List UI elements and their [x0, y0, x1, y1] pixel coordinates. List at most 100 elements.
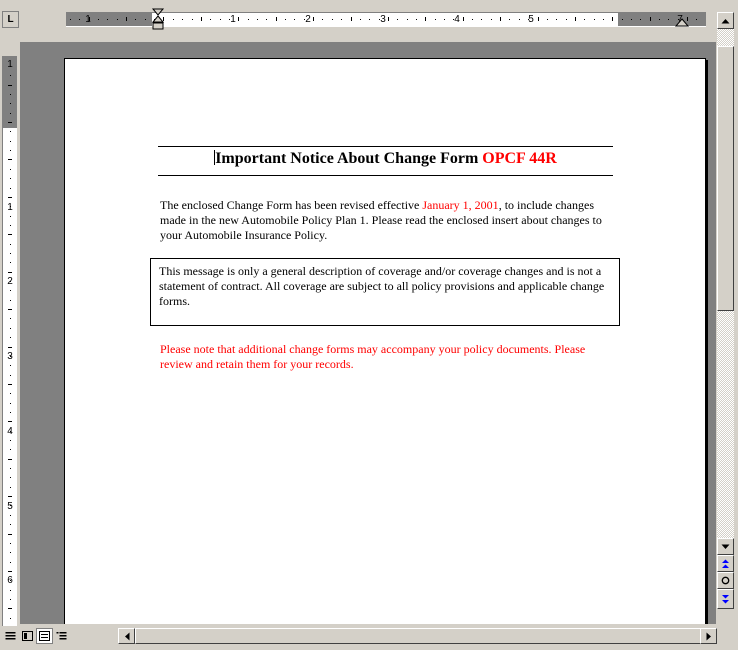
ruler-tick [10, 225, 11, 226]
document-area[interactable]: Important Notice About Change Form OPCF … [20, 42, 716, 624]
ruler-tick [8, 459, 12, 460]
ruler-tick [435, 19, 436, 20]
previous-page-button[interactable] [717, 555, 734, 572]
double-down-arrow-icon [722, 595, 729, 604]
ruler-tick [266, 19, 267, 20]
ruler-number: 1 [7, 202, 13, 213]
ruler-tick [528, 19, 529, 20]
ruler-tick [10, 281, 11, 282]
ruler-tick [10, 66, 11, 67]
ruler-tick [10, 141, 11, 142]
ruler-tick [10, 618, 11, 619]
ruler-tick [135, 19, 136, 20]
additional-forms-note[interactable]: Please note that additional change forms… [160, 342, 620, 372]
heading-text: Important Notice About Change Form [215, 150, 483, 167]
ruler-tick [10, 580, 11, 581]
ruler-tick [388, 17, 389, 21]
outline-view-button[interactable] [53, 628, 70, 644]
bottom-bar [0, 626, 738, 646]
ruler-tick [201, 17, 202, 21]
notice-heading[interactable]: Important Notice About Change Form OPCF … [158, 150, 613, 168]
ruler-tick [444, 19, 445, 20]
ruler-tick [107, 19, 108, 20]
ruler-tick [10, 169, 11, 170]
tab-selector-button[interactable]: L [2, 11, 19, 28]
left-indent-marker[interactable] [151, 8, 165, 30]
ruler-tick [575, 17, 576, 21]
scroll-down-button[interactable] [717, 538, 734, 555]
vertical-scrollbar[interactable] [717, 12, 734, 626]
scroll-left-button[interactable] [118, 628, 135, 644]
ruler-tick [8, 234, 12, 235]
double-up-arrow-icon [722, 559, 729, 568]
intro-paragraph[interactable]: The enclosed Change Form has been revise… [160, 198, 620, 243]
right-arrow-icon [706, 632, 711, 640]
ruler-tick [10, 262, 11, 263]
vertical-scroll-thumb[interactable] [717, 46, 734, 311]
vertical-ruler[interactable]: 1 1 2 3 4 5 6 [2, 56, 17, 626]
document-page[interactable]: Important Notice About Change Form OPCF … [64, 58, 706, 624]
effective-date: January 1, 2001 [422, 198, 499, 212]
ruler-tick [519, 19, 520, 20]
ruler-tick [10, 431, 11, 432]
ruler-tick [192, 19, 193, 20]
disclaimer-text: This message is only a general descripti… [159, 264, 605, 308]
additional-forms-text: Please note that additional change forms… [160, 342, 586, 371]
ruler-tick [631, 19, 632, 20]
disclaimer-box[interactable]: This message is only a general descripti… [150, 258, 620, 326]
web-layout-icon [22, 631, 33, 641]
ruler-tick [379, 19, 380, 20]
circle-icon [721, 576, 730, 585]
ruler-tick [10, 337, 11, 338]
left-arrow-icon [124, 632, 129, 640]
ruler-tick [294, 19, 295, 20]
ruler-tick [145, 19, 146, 20]
normal-view-icon [5, 632, 16, 640]
ruler-number: 1 [85, 14, 91, 25]
scroll-up-button[interactable] [717, 12, 734, 29]
ruler-tick [10, 449, 11, 450]
ruler-tick [509, 19, 510, 20]
ruler-tick [360, 19, 361, 20]
ruler-tick [10, 562, 11, 563]
scroll-right-button[interactable] [700, 628, 717, 644]
ruler-tick [538, 17, 539, 21]
ruler-tick [10, 440, 11, 441]
ruler-tick [10, 206, 11, 207]
ruler-number: 6 [4, 576, 16, 586]
ruler-tick [668, 19, 669, 20]
ruler-tick [10, 505, 11, 506]
heading-rule-box: Important Notice About Change Form OPCF … [158, 146, 613, 176]
right-indent-marker[interactable] [675, 18, 689, 28]
ruler-number: 3 [4, 352, 16, 362]
ruler-tick [463, 17, 464, 21]
ruler-tick [10, 328, 11, 329]
ruler-tick [8, 85, 12, 86]
ruler-tick [594, 19, 595, 20]
select-browse-object-button[interactable] [717, 572, 734, 589]
vertical-scroll-track[interactable] [717, 29, 734, 538]
ruler-tick [10, 487, 11, 488]
ruler-tick [603, 19, 604, 20]
ruler-tick [8, 571, 12, 572]
print-layout-view-button[interactable] [36, 628, 53, 644]
ruler-tick [10, 113, 11, 114]
ruler-tick [10, 543, 11, 544]
ruler-tick [612, 17, 613, 21]
ruler-tick [70, 19, 71, 20]
normal-view-button[interactable] [2, 628, 19, 644]
ruler-tick [89, 17, 90, 21]
ruler-tick [10, 103, 11, 104]
horizontal-scroll-thumb[interactable] [135, 628, 703, 644]
ruler-tick [584, 19, 585, 20]
ruler-tick [8, 347, 12, 348]
web-layout-view-button[interactable] [19, 628, 36, 644]
horizontal-scroll-track[interactable] [135, 628, 705, 644]
next-page-button[interactable] [717, 589, 734, 609]
ruler-tick [622, 19, 623, 20]
ruler-tick [304, 19, 305, 20]
ruler-tick [8, 496, 12, 497]
ruler-tick [10, 216, 11, 217]
ruler-tick [10, 403, 11, 404]
ruler-tick [8, 608, 12, 609]
